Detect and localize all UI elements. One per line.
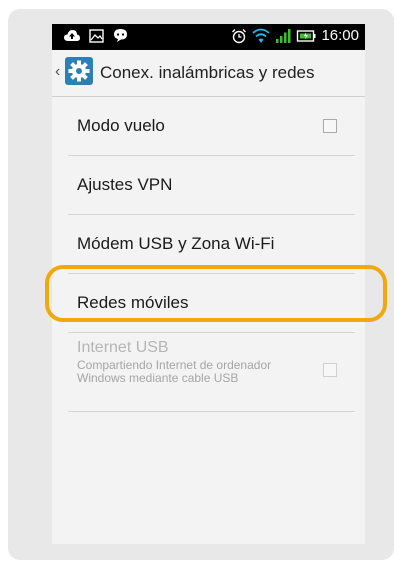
notification-icons (64, 28, 128, 43)
settings-icon[interactable] (65, 57, 93, 85)
usb-internet-checkbox (323, 363, 337, 377)
system-icons: 16:00 (231, 27, 359, 44)
alarm-icon (231, 28, 247, 44)
usb-internet-summary: Compartiendo Internet de ordenador Windo… (77, 358, 272, 385)
wifi-icon (252, 28, 271, 44)
status-bar: 16:00 (52, 24, 365, 50)
back-caret-icon[interactable]: ‹ (55, 64, 60, 80)
airplane-mode-item[interactable]: Modo vuelo (68, 97, 355, 156)
usb-modem-hotspot-label: Módem USB y Zona Wi-Fi (77, 234, 275, 253)
usb-internet-item: Internet USB Compartiendo Internet de or… (68, 333, 355, 412)
vpn-settings-label: Ajustes VPN (77, 175, 173, 194)
phone-screen: 16:00 ‹ Conex. inalámbricas y redes Modo… (52, 24, 365, 544)
usb-modem-hotspot-item[interactable]: Módem USB y Zona Wi-Fi (68, 215, 355, 274)
image-icon (89, 28, 104, 43)
cloud-upload-icon (64, 29, 80, 43)
airplane-mode-label: Modo vuelo (77, 116, 165, 135)
action-bar: ‹ Conex. inalámbricas y redes (52, 50, 365, 97)
clock: 16:00 (321, 27, 359, 44)
page-title: Conex. inalámbricas y redes (100, 63, 315, 82)
mobile-networks-label: Redes móviles (77, 293, 189, 312)
battery-icon (296, 29, 316, 43)
usb-internet-label: Internet USB (77, 339, 169, 356)
mobile-networks-item[interactable]: Redes móviles (68, 274, 355, 333)
signal-icon (275, 28, 291, 44)
vpn-settings-item[interactable]: Ajustes VPN (68, 156, 355, 215)
airplane-mode-checkbox[interactable] (323, 119, 337, 133)
settings-list: Modo vuelo Ajustes VPN Módem USB y Zona … (52, 97, 365, 412)
chat-icon (113, 28, 128, 43)
